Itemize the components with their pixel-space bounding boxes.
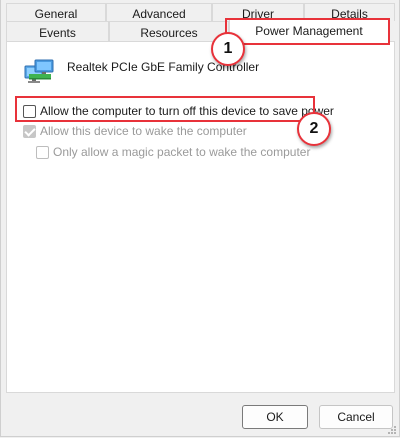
cancel-button[interactable]: Cancel <box>319 405 393 429</box>
allow-wake-label: Allow this device to wake the computer <box>40 124 247 138</box>
allow-turn-off-label[interactable]: Allow the computer to turn off this devi… <box>40 104 334 118</box>
annotation-badge-2: 2 <box>297 112 331 146</box>
ok-button[interactable]: OK <box>242 405 308 429</box>
tab-events[interactable]: Events <box>6 21 109 41</box>
network-adapter-icon <box>23 57 55 85</box>
resize-grip-icon[interactable] <box>387 424 397 434</box>
tab-general[interactable]: General <box>6 3 106 21</box>
tab-advanced[interactable]: Advanced <box>106 3 212 21</box>
tab-resources[interactable]: Resources <box>109 21 229 41</box>
allow-turn-off-checkbox[interactable] <box>23 104 36 118</box>
allow-turn-off-option[interactable]: Allow the computer to turn off this devi… <box>23 104 334 118</box>
allow-wake-option: Allow this device to wake the computer <box>23 124 247 138</box>
device-properties-dialog: General Advanced Driver Details Events R… <box>0 0 400 437</box>
power-management-panel <box>6 41 395 393</box>
tab-power-management[interactable]: Power Management <box>229 19 389 42</box>
annotation-badge-1: 1 <box>211 32 245 66</box>
allow-wake-checkbox <box>23 124 36 138</box>
magic-packet-option: Only allow a magic packet to wake the co… <box>36 145 310 159</box>
magic-packet-checkbox <box>36 145 49 159</box>
magic-packet-label: Only allow a magic packet to wake the co… <box>53 145 311 159</box>
